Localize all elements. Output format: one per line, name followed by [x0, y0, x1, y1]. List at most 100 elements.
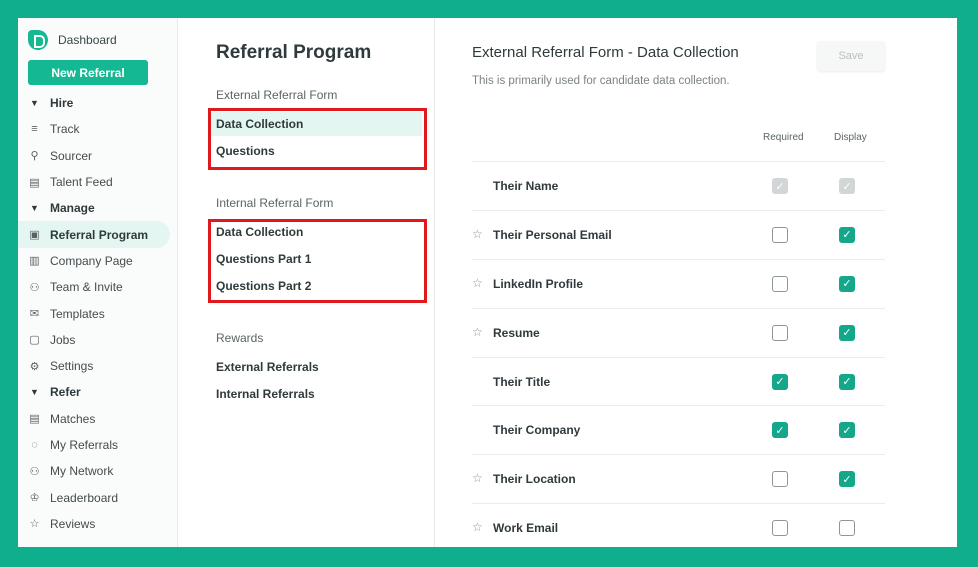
field-row: ☆ Their Personal Email ✓: [472, 209, 885, 259]
network-icon: ⚇: [29, 465, 40, 478]
id-card-icon: ▤: [29, 413, 40, 426]
field-row: ☆ Resume ✓: [472, 307, 885, 357]
nav-item-my-referrals[interactable]: ◌ My Referrals: [18, 432, 178, 458]
nav-item-matches[interactable]: ▤ Matches: [18, 406, 178, 432]
sidebar-nav: ▼ Hire ≡ Track ⚲ Sourcer ▤ Talent Feed ▼ Manage ▣ R…: [18, 90, 178, 537]
save-button[interactable]: Save: [817, 41, 885, 71]
nav-item-track[interactable]: ≡ Track: [18, 116, 178, 142]
building-icon: ▥: [29, 255, 40, 268]
nav-label: Track: [50, 122, 80, 137]
star-icon[interactable]: ☆: [472, 227, 483, 241]
required-checkbox[interactable]: [772, 275, 788, 292]
display-checkbox[interactable]: ✓: [839, 226, 855, 243]
nav-label: My Network: [50, 464, 114, 479]
talent-feed-icon: ▤: [29, 176, 40, 189]
app-window: Dashboard New Referral ▼ Hire ≡ Track ⚲ Sourc…: [18, 18, 957, 547]
dotted-circle-icon: ◌: [31, 439, 38, 451]
required-checkbox[interactable]: ✓: [772, 373, 788, 390]
dashboard-label: Dashboard: [58, 33, 117, 47]
rewards-heading: Rewards: [216, 331, 264, 345]
nav-label: Referral Program: [50, 227, 149, 242]
internal-referrals-rewards-link[interactable]: Internal Referrals: [216, 387, 315, 401]
sidebar: Dashboard New Referral ▼ Hire ≡ Track ⚲ Sourc…: [18, 18, 178, 547]
nav-item-leaderboard[interactable]: ♔ Leaderboard: [18, 484, 178, 510]
nav-label: Talent Feed: [50, 175, 113, 190]
briefcase-icon: ▢: [29, 334, 40, 347]
new-referral-button[interactable]: New Referral: [28, 60, 148, 85]
nav-label: Reviews: [50, 516, 96, 531]
field-label: LinkedIn Profile: [493, 276, 584, 291]
star-icon[interactable]: ☆: [472, 276, 483, 290]
star-icon[interactable]: ☆: [472, 325, 483, 339]
highlight-box-external: [208, 108, 427, 170]
required-checkbox[interactable]: [772, 226, 788, 243]
field-row: ☆ Their Location ✓: [472, 454, 885, 503]
mail-icon: ✉: [29, 308, 40, 321]
nav-label: Refer: [50, 385, 81, 400]
nav-label: Team & Invite: [50, 280, 123, 295]
field-row: Their Company ✓ ✓: [472, 405, 885, 454]
nav-label: Company Page: [50, 253, 133, 268]
sourcer-icon: ⚲: [30, 150, 39, 163]
required-checkbox[interactable]: ✓: [772, 422, 788, 439]
caret-down-icon: ▼: [30, 203, 39, 214]
display-checkbox[interactable]: ✓: [839, 275, 855, 292]
external-referrals-rewards-link[interactable]: External Referrals: [216, 360, 319, 374]
field-label: Their Location: [493, 472, 576, 487]
dashboard-link[interactable]: Dashboard: [28, 30, 117, 50]
gift-icon: ▣: [29, 229, 40, 242]
nav-item-company-page[interactable]: ▥ Company Page: [18, 248, 178, 274]
program-menu: Referral Program External Referral Form …: [178, 18, 435, 547]
nav-item-talent-feed[interactable]: ▤ Talent Feed: [18, 169, 178, 195]
add-user-icon: ⚇: [29, 281, 40, 294]
display-checkbox: ✓: [839, 178, 855, 194]
required-checkbox: ✓: [772, 178, 788, 194]
required-checkbox[interactable]: [772, 324, 788, 341]
field-row: ☆ Work Email: [472, 503, 885, 547]
caret-down-icon: ▼: [30, 387, 39, 398]
internal-form-heading: Internal Referral Form: [216, 196, 334, 210]
display-checkbox[interactable]: ✓: [839, 422, 855, 439]
nav-item-jobs[interactable]: ▢ Jobs: [18, 327, 178, 353]
nav-section-refer[interactable]: ▼ Refer: [18, 379, 178, 405]
nav-item-my-network[interactable]: ⚇ My Network: [18, 458, 178, 484]
nav-label: My Referrals: [50, 438, 119, 452]
nav-item-referral-program[interactable]: ▣ Referral Program: [18, 221, 170, 248]
required-checkbox[interactable]: [772, 471, 788, 488]
nav-item-reviews[interactable]: ☆ Reviews: [18, 511, 178, 537]
star-icon[interactable]: ☆: [472, 520, 483, 534]
field-label: Their Personal Email: [493, 227, 612, 242]
field-row: Their Name ✓ ✓: [472, 161, 885, 210]
external-form-heading: External Referral Form: [216, 88, 338, 102]
nav-label: Hire: [50, 96, 74, 111]
nav-section-manage[interactable]: ▼ Manage: [18, 195, 178, 221]
track-icon: ≡: [31, 123, 38, 136]
nav-item-team-invite[interactable]: ⚇ Team & Invite: [18, 274, 178, 300]
highlight-box-internal: [208, 219, 427, 303]
display-checkbox[interactable]: ✓: [839, 373, 855, 390]
nav-label: Leaderboard: [50, 490, 119, 505]
nav-section-hire[interactable]: ▼ Hire: [18, 90, 178, 116]
form-settings-panel: External Referral Form - Data Collection…: [436, 18, 957, 547]
display-checkbox[interactable]: ✓: [839, 324, 855, 341]
nav-item-sourcer[interactable]: ⚲ Sourcer: [18, 143, 178, 169]
nav-label: Settings: [50, 359, 94, 374]
nav-label: Jobs: [50, 332, 76, 347]
caret-down-icon: ▼: [30, 98, 39, 109]
app-logo-icon: [28, 30, 48, 50]
required-checkbox[interactable]: [772, 520, 788, 537]
display-checkbox[interactable]: ✓: [839, 471, 855, 488]
required-column-header: Required: [763, 132, 804, 143]
display-checkbox[interactable]: [839, 520, 855, 537]
field-label: Their Title: [493, 374, 551, 389]
star-icon[interactable]: ☆: [472, 471, 483, 485]
field-label: Their Name: [493, 179, 559, 193]
nav-item-templates[interactable]: ✉ Templates: [18, 300, 178, 326]
nav-item-settings[interactable]: ⚙ Settings: [18, 353, 178, 379]
star-icon: ☆: [29, 518, 40, 531]
nav-label: Manage: [50, 201, 95, 216]
page-title: Referral Program: [216, 42, 372, 63]
nav-label: Sourcer: [50, 148, 93, 163]
field-table: Their Name ✓ ✓ ☆ Their Personal Email ✓ ☆ Linke…: [472, 161, 885, 547]
field-label: Work Email: [493, 521, 559, 536]
